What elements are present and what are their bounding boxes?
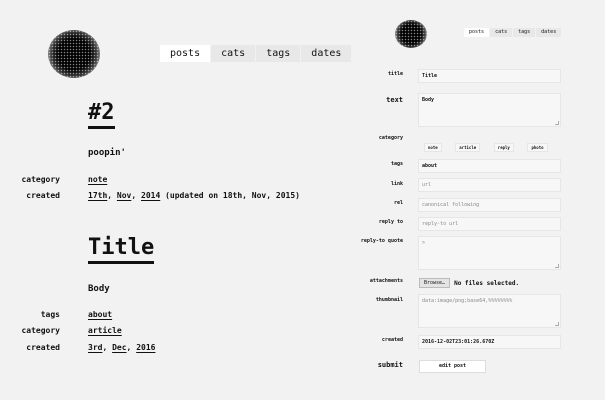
created-year-link[interactable]: 2016 [136,343,155,352]
category-link[interactable]: note [88,175,107,184]
resize-handle[interactable] [555,264,559,268]
created-label: created [26,343,60,352]
nav-cats[interactable]: cats [490,28,513,37]
created-month-link[interactable]: Dec [112,343,126,352]
created-day-link[interactable]: 17th [88,191,107,200]
thumbnail-textarea[interactable]: data:image/png;base64,%%%%%%%% [418,294,561,328]
created-input[interactable]: 2016-12-02T23:01:26.670Z [418,335,561,349]
reply-quote-textarea[interactable]: > [418,236,561,270]
text-textarea[interactable]: Body [418,93,561,127]
nav-dates[interactable]: dates [536,28,562,37]
category-option-reply[interactable]: reply [493,143,514,152]
category-option-article[interactable]: article [455,143,481,152]
category-label: category [21,175,60,184]
category-label: category [378,135,403,141]
nav-tags[interactable]: tags [513,28,536,37]
reply-quote-label: reply-to quote [360,238,403,244]
link-input[interactable]: url [418,178,561,192]
category-label: category [21,326,60,335]
created-date: 3rd, Dec, 2016 [88,343,156,352]
created-date: 17th, Nov, 2014 (updated on 18th, Nov, 2… [88,191,300,200]
main-nav: posts cats tags dates [160,45,352,62]
post-body: Body [88,284,110,294]
attachments-input: Browse… No files selected. [419,278,519,288]
title-input[interactable]: Title [418,69,561,83]
submit-label: submit [377,361,403,369]
reply-to-label: reply to [378,219,403,225]
created-month-link[interactable]: Nov [117,191,131,200]
nav-posts[interactable]: posts [464,28,490,37]
site-avatar[interactable] [395,20,427,48]
post-title[interactable]: Title [88,236,155,264]
created-label: created [26,191,60,200]
tag-link[interactable]: about [88,310,112,319]
post-title[interactable]: #2 [88,101,115,129]
category-option-photo[interactable]: photo [527,143,548,152]
site-avatar[interactable] [48,30,100,78]
attachments-label: attachments [369,278,403,284]
tags-input[interactable]: about [418,159,561,173]
reply-to-input[interactable]: reply-to url [418,217,561,231]
created-day-link[interactable]: 3rd [88,343,102,352]
nav-posts[interactable]: posts [160,45,211,62]
category-option-note[interactable]: note [424,143,442,152]
post-body: poopin' [88,148,126,158]
nav-tags[interactable]: tags [256,45,301,62]
rel-label: rel [393,200,403,206]
rel-input[interactable]: canonical following [418,198,561,212]
updated-text: (updated on 18th, Nov, 2015) [165,191,300,200]
created-year-link[interactable]: 2014 [141,191,160,200]
resize-handle[interactable] [555,121,559,125]
nav-cats[interactable]: cats [211,45,256,62]
title-label: title [387,71,403,77]
category-link[interactable]: article [88,326,122,335]
created-label: created [381,337,403,343]
thumbnail-label: thumbnail [375,297,403,303]
no-files-text: No files selected. [454,279,520,287]
link-label: link [390,181,403,187]
nav-dates[interactable]: dates [301,45,352,62]
tags-label: tags [390,161,403,167]
resize-handle[interactable] [555,322,559,326]
text-label: text [386,96,403,104]
edit-post-button[interactable]: edit post [419,360,486,373]
browse-button[interactable]: Browse… [419,278,451,288]
tags-label: tags [40,310,60,319]
form-nav: posts cats tags dates [464,28,562,37]
